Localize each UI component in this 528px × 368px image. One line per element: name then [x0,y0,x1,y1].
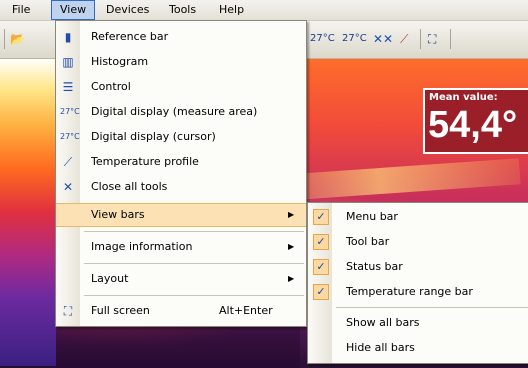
digital-display-cursor-icon[interactable]: 27°C [342,30,367,48]
submenu-item-label: Tool bar [346,235,390,248]
digital-display-area-icon: 27°C [60,107,80,116]
menu-item-label: Image information [91,240,193,253]
full-screen-icon[interactable]: ⛶ [428,30,436,48]
digital-display-area-icon[interactable]: 27°C [310,30,335,48]
menu-file[interactable]: File [4,0,38,20]
open-icon[interactable]: 📂 [10,30,25,48]
menu-item-digital-display-area[interactable]: 27°C Digital display (measure area) [56,100,306,124]
menu-separator [84,231,304,232]
temperature-palette-strip [0,58,56,366]
temperature-profile-icon: ⟋ [63,155,73,169]
submenu-arrow-icon: ▶ [288,210,295,219]
submenu-item-status-bar[interactable]: ✓ Status bar [308,255,528,279]
menu-separator [84,295,304,296]
view-menu-dropdown: ▮ Reference bar ▥ Histogram ☰ Control 27… [55,20,307,327]
menu-item-label: Digital display (cursor) [91,130,216,143]
submenu-item-label: Status bar [346,260,403,273]
menu-item-label: Layout [91,272,129,285]
close-tools-icon[interactable]: ✕✕ [373,30,393,48]
menu-bar: File View Devices Tools Help [0,0,528,21]
submenu-arrow-icon: ▶ [288,274,295,283]
toolbar-separator-end [450,29,451,49]
mean-value-display: Mean value: 54,4° [423,88,528,154]
menu-item-reference-bar[interactable]: ▮ Reference bar [56,25,306,49]
view-bars-submenu: ✓ Menu bar ✓ Tool bar ✓ Status bar ✓ Tem… [307,202,528,364]
menu-item-label: Temperature profile [91,155,199,168]
menu-item-layout[interactable]: Layout ▶ [56,267,306,291]
menu-item-shortcut: Alt+Enter [219,304,273,317]
histogram-icon: ▥ [62,55,74,69]
reference-bar-icon: ▮ [64,30,72,44]
close-tools-icon: ✕ [62,180,74,194]
menu-item-label: View bars [91,208,145,221]
toolbar-separator [420,29,421,49]
menu-item-label: Digital display (measure area) [91,105,258,118]
submenu-item-menu-bar[interactable]: ✓ Menu bar [308,205,528,229]
checkmark-icon: ✓ [313,284,329,300]
menu-item-full-screen[interactable]: ⛶ Full screen Alt+Enter [56,299,306,323]
full-screen-icon: ⛶ [63,304,73,318]
submenu-item-hide-all-bars[interactable]: Hide all bars [308,336,528,360]
menu-item-label: Reference bar [91,30,169,43]
checkmark-icon: ✓ [313,209,329,225]
menu-separator [84,263,304,264]
submenu-item-label: Temperature range bar [346,285,473,298]
toolbar-grip [4,29,5,49]
submenu-item-temperature-range-bar[interactable]: ✓ Temperature range bar [308,280,528,304]
submenu-item-tool-bar[interactable]: ✓ Tool bar [308,230,528,254]
digital-display-cursor-icon: 27°C [60,132,80,141]
menu-view[interactable]: View [51,0,96,20]
temperature-profile-icon[interactable]: ⟋ [400,30,408,48]
submenu-item-label: Show all bars [346,316,420,329]
menu-item-temperature-profile[interactable]: ⟋ Temperature profile [56,150,306,174]
menu-item-histogram[interactable]: ▥ Histogram [56,50,306,74]
submenu-item-label: Hide all bars [346,341,415,354]
submenu-item-show-all-bars[interactable]: Show all bars [308,311,528,335]
submenu-item-label: Menu bar [346,210,398,223]
menu-item-label: Close all tools [91,180,168,193]
menu-item-close-all-tools[interactable]: ✕ Close all tools [56,175,306,199]
checkmark-icon: ✓ [313,259,329,275]
menu-help[interactable]: Help [211,0,252,20]
submenu-arrow-icon: ▶ [288,242,295,251]
menu-item-digital-display-cursor[interactable]: 27°C Digital display (cursor) [56,125,306,149]
menu-item-control[interactable]: ☰ Control [56,75,306,99]
menu-item-label: Full screen [91,304,150,317]
menu-item-image-information[interactable]: Image information ▶ [56,235,306,259]
menu-tools[interactable]: Tools [161,0,204,20]
mean-value-number: 54,4° [428,104,518,146]
menu-item-label: Control [91,80,131,93]
menu-item-label: Histogram [91,55,149,68]
menu-separator [336,307,528,308]
menu-devices[interactable]: Devices [98,0,157,20]
menu-item-view-bars[interactable]: View bars ▶ [56,203,306,227]
checkmark-icon: ✓ [313,234,329,250]
control-icon: ☰ [62,80,74,94]
